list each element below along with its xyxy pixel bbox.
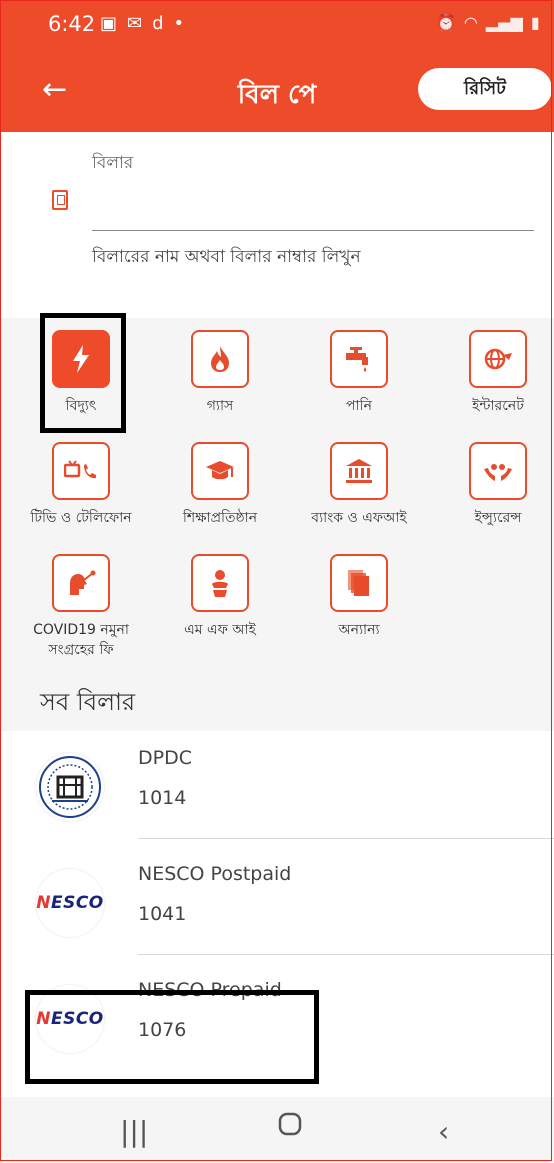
category-gas[interactable]: গ্যাস — [160, 330, 280, 416]
category-label: এম এফ আই — [184, 622, 256, 638]
status-time: 6:42 — [48, 12, 96, 36]
status-dot: • — [173, 13, 185, 34]
status-notification-icons: ▣ ✉ d • — [100, 13, 184, 34]
wifi-icon: ◠ — [463, 13, 478, 32]
category-insurance[interactable]: ইন্স্যুরেন্স — [438, 442, 554, 528]
list-item[interactable]: NESCO NESCO Postpaid 1041 — [0, 847, 554, 955]
category-label: ব্যাংক ও এফআই — [311, 510, 407, 526]
receipt-button[interactable]: রিসিট — [418, 68, 552, 110]
bank-icon — [330, 442, 388, 500]
carrier-mark: d — [152, 13, 164, 34]
category-label: পানি — [346, 398, 372, 414]
biller-search-hint: বিলারের নাম অথবা বিলার নাম্বার লিখুন — [92, 247, 361, 267]
list-item[interactable]: DPDC 1014 — [0, 731, 554, 839]
category-label: অন্যান্য — [338, 622, 380, 638]
category-label: টিভি ও টেলিফোন — [30, 510, 132, 526]
graduation-cap-icon — [191, 442, 249, 500]
category-water[interactable]: পানি — [299, 330, 419, 416]
covid-test-icon — [52, 554, 110, 612]
signal-icon: ▂▄▆ — [485, 13, 523, 32]
highlight-box-electricity — [40, 313, 126, 433]
biller-name: NESCO Postpaid — [138, 863, 292, 885]
category-covid19-sample-fee[interactable]: COVID19 নমুনা সংগ্রহের ফি — [21, 554, 141, 660]
battery-icon: ▮ — [530, 13, 540, 32]
nesco-logo: NESCO — [36, 869, 104, 937]
home-icon[interactable] — [277, 1111, 303, 1144]
flame-icon — [191, 330, 249, 388]
recent-apps-icon[interactable]: ||| — [120, 1115, 148, 1148]
biller-name: DPDC — [138, 747, 192, 769]
alarm-icon: ⏰ — [436, 13, 456, 32]
dpdc-logo — [36, 753, 104, 821]
biller-label: বিলার — [92, 153, 134, 173]
status-bar: 6:42 ▣ ✉ d • ⏰ ◠ ▂▄▆ ▮ — [0, 0, 554, 52]
all-billers-title: সব বিলার — [40, 688, 136, 716]
tv-phone-icon — [52, 442, 110, 500]
system-nav-bar: ||| ‹ — [0, 1097, 554, 1163]
bill-icon — [52, 190, 68, 210]
category-others[interactable]: অন্যান্য — [299, 554, 419, 640]
category-education[interactable]: শিক্ষাপ্রতিষ্ঠান — [160, 442, 280, 528]
globe-icon — [469, 330, 527, 388]
category-label: ইন্টারনেট — [472, 398, 524, 414]
category-label: ইন্স্যুরেন্স — [474, 510, 522, 526]
category-internet[interactable]: ইন্টারনেট — [438, 330, 554, 416]
water-tap-icon — [330, 330, 388, 388]
insurance-hands-icon — [469, 442, 527, 500]
gallery-icon: ▣ — [100, 13, 118, 34]
documents-icon — [330, 554, 388, 612]
category-label: শিক্ষাপ্রতিষ্ঠান — [182, 510, 258, 526]
biller-code: 1041 — [138, 903, 187, 925]
category-tv-telephone[interactable]: টিভি ও টেলিফোন — [21, 442, 141, 528]
mfi-icon — [191, 554, 249, 612]
app-bar: ← বিল পে রিসিট — [0, 52, 554, 132]
status-system-icons: ⏰ ◠ ▂▄▆ ▮ — [436, 13, 540, 32]
biller-search-input[interactable] — [92, 188, 534, 231]
message-icon: ✉ — [127, 13, 143, 34]
category-label: COVID19 নমুনা সংগ্রহের ফি — [33, 622, 129, 658]
highlight-box-nesco-prepaid — [25, 990, 319, 1084]
row-divider — [138, 954, 554, 955]
category-label: গ্যাস — [206, 398, 234, 414]
category-bank-fi[interactable]: ব্যাংক ও এফআই — [299, 442, 419, 528]
biller-search-section: বিলার বিলারের নাম অথবা বিলার নাম্বার লিখ… — [0, 132, 554, 318]
category-mfi[interactable]: এম এফ আই — [160, 554, 280, 640]
back-icon[interactable]: ‹ — [438, 1115, 449, 1148]
row-divider — [138, 838, 554, 839]
biller-code: 1014 — [138, 787, 187, 809]
